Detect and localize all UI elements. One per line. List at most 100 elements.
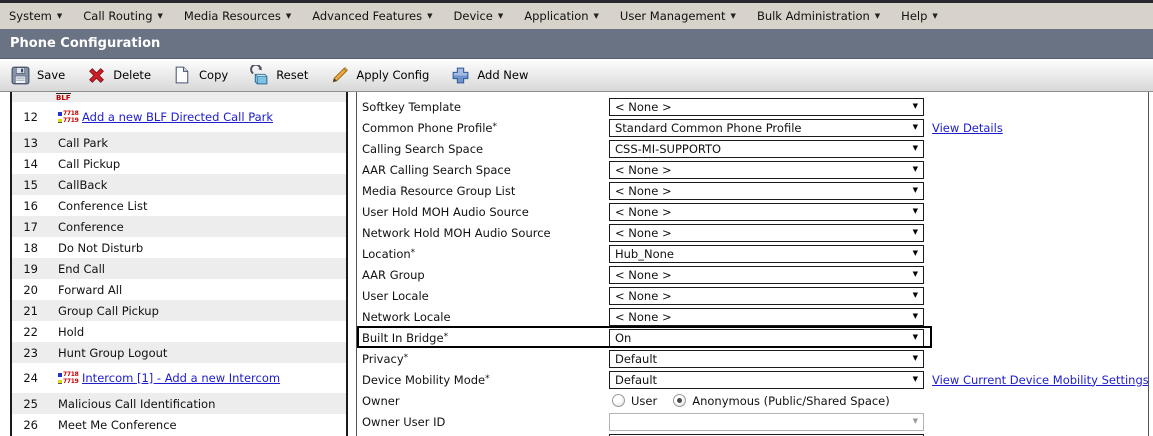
- list-item-13: 13Call Park: [12, 132, 346, 153]
- field-label: AAR Calling Search Space: [362, 163, 609, 177]
- network-locale-select[interactable]: < None >▼: [609, 308, 924, 326]
- softkey-template-select[interactable]: < None >▼: [609, 98, 924, 116]
- aar-group-select[interactable]: < None >▼: [609, 266, 924, 284]
- radio-user[interactable]: [612, 394, 625, 407]
- copy-button[interactable]: Copy: [171, 64, 228, 86]
- menu-item-bulk-administration[interactable]: Bulk Administration▼: [757, 9, 880, 23]
- dropdown-arrow-icon: ▼: [913, 166, 918, 173]
- list-item-18: 18Do Not Disturb: [12, 237, 346, 258]
- list-item-21: 21Group Call Pickup: [12, 300, 346, 321]
- calling-search-space-select[interactable]: CSS-MI-SUPPORTO▼: [609, 140, 924, 158]
- row-label-cell: Malicious Call Identification: [44, 397, 215, 411]
- radio-label: User: [631, 394, 657, 408]
- field-label-text: Media Resource Group List: [362, 184, 515, 198]
- form-row-softkey-template: Softkey Template< None >▼: [357, 96, 1148, 117]
- common-phone-profile-select[interactable]: Standard Common Phone Profile▼: [609, 119, 924, 137]
- line-appearance-icon: 77187719: [58, 371, 79, 385]
- user-hold-moh-audio-source-select[interactable]: < None >▼: [609, 203, 924, 221]
- location-select[interactable]: Hub_None▼: [609, 245, 924, 263]
- field-label: Softkey Template: [362, 100, 609, 114]
- form-row-aar-group: AAR Group< None >▼: [357, 264, 1148, 285]
- copy-icon: [171, 64, 193, 86]
- row-number: 13: [12, 136, 44, 150]
- list-item-label: Hold: [58, 325, 84, 339]
- field-label-text: User Hold MOH Audio Source: [362, 205, 529, 219]
- selected-value: < None >: [615, 226, 672, 240]
- built-in-bridge-select[interactable]: On▼: [609, 329, 924, 347]
- apply-config-button[interactable]: Apply Config: [328, 64, 429, 86]
- field-label-text: AAR Calling Search Space: [362, 163, 511, 177]
- apply-config-label: Apply Config: [356, 68, 429, 82]
- user-locale-select[interactable]: < None >▼: [609, 287, 924, 305]
- blue-line-dot-icon: [58, 373, 62, 377]
- intercom-1-add-a-new-intercom-link[interactable]: Intercom [1] - Add a new Intercom: [82, 371, 280, 385]
- field-label: Privacy*: [362, 352, 609, 366]
- row-number: 21: [12, 304, 44, 318]
- menu-item-system[interactable]: System▼: [9, 9, 62, 23]
- field-label-text: Privacy: [362, 352, 404, 366]
- form-row-owner: OwnerUserAnonymous (Public/Shared Space): [357, 390, 1148, 411]
- aar-calling-search-space-select[interactable]: < None >▼: [609, 161, 924, 179]
- row-label-cell: Call Park: [44, 136, 108, 150]
- list-item-15: 15CallBack: [12, 174, 346, 195]
- list-item-label: Conference List: [58, 199, 147, 213]
- dropdown-arrow-icon: ▼: [913, 313, 918, 320]
- row-number: 15: [12, 178, 44, 192]
- selected-value: Default: [615, 352, 657, 366]
- row-number: 20: [12, 283, 44, 297]
- form-row-location: Location*Hub_None▼: [357, 243, 1148, 264]
- row-number: 12: [12, 110, 44, 124]
- row-number: 17: [12, 220, 44, 234]
- delete-button[interactable]: Delete: [85, 64, 151, 86]
- save-button[interactable]: Save: [9, 64, 65, 86]
- media-resource-group-list-select[interactable]: < None >▼: [609, 182, 924, 200]
- line-number-bottom: 7719: [63, 378, 79, 385]
- menu-item-user-management[interactable]: User Management▼: [620, 9, 736, 23]
- menu-item-help[interactable]: Help▼: [901, 9, 938, 23]
- row-label-cell: CallBack: [44, 178, 107, 192]
- row-label-cell: Conference List: [44, 199, 147, 213]
- list-item-label: Conference: [58, 220, 124, 234]
- add-new-label: Add New: [477, 68, 528, 82]
- add-new-button[interactable]: Add New: [449, 64, 528, 86]
- field-label: Network Hold MOH Audio Source: [362, 226, 609, 240]
- row-number: 14: [12, 157, 44, 171]
- form-row-user-locale: User Locale< None >▼: [357, 285, 1148, 306]
- view-details-link[interactable]: View Details: [932, 121, 1003, 135]
- form-row-privacy: Privacy*Default▼: [357, 348, 1148, 369]
- content-area: BLF 1277187719Add a new BLF Directed Cal…: [0, 92, 1153, 436]
- menu-item-call-routing[interactable]: Call Routing▼: [83, 9, 163, 23]
- yellow-line-dot-icon: [58, 380, 62, 384]
- selected-value: < None >: [615, 100, 672, 114]
- owner-radio-group: User Anonymous (Public/Shared Space): [609, 394, 906, 408]
- reset-label: Reset: [276, 68, 308, 82]
- menu-item-application[interactable]: Application▼: [524, 9, 599, 23]
- list-item-label: Hunt Group Logout: [58, 346, 167, 360]
- list-item-14: 14Call Pickup: [12, 153, 346, 174]
- network-hold-moh-audio-source-select[interactable]: < None >▼: [609, 224, 924, 242]
- reset-button[interactable]: Reset: [248, 64, 308, 86]
- dropdown-arrow-icon: ▼: [913, 292, 918, 299]
- chevron-down-icon: ▼: [932, 13, 937, 20]
- field-label: Calling Search Space: [362, 142, 609, 156]
- titlebar: Phone Configuration: [0, 29, 1153, 59]
- row-label-cell: Group Call Pickup: [44, 304, 159, 318]
- device-mobility-mode-select[interactable]: Default▼: [609, 371, 924, 389]
- row-label-cell: Hold: [44, 325, 84, 339]
- field-label: Common Phone Profile*: [362, 121, 609, 135]
- menu-item-advanced-features[interactable]: Advanced Features▼: [312, 9, 432, 23]
- list-item-16: 16Conference List: [12, 195, 346, 216]
- list-item-label: End Call: [58, 262, 105, 276]
- radio-label: Anonymous (Public/Shared Space): [692, 394, 890, 408]
- menu-item-media-resources[interactable]: Media Resources▼: [184, 9, 291, 23]
- privacy-select[interactable]: Default▼: [609, 350, 924, 368]
- list-item-17: 17 Conference: [12, 216, 346, 237]
- row-label-cell: Call Pickup: [44, 157, 120, 171]
- row-number: 25: [12, 397, 44, 411]
- list-item-25: 25Malicious Call Identification: [12, 393, 346, 414]
- add-a-new-blf-directed-call-park-link[interactable]: Add a new BLF Directed Call Park: [82, 110, 273, 124]
- radio-anonymous-public-shared-space[interactable]: [673, 394, 686, 407]
- menu-item-device[interactable]: Device▼: [454, 9, 504, 23]
- view-current-device-mobility-settings-link[interactable]: View Current Device Mobility Settings: [932, 373, 1149, 387]
- chevron-down-icon: ▼: [286, 13, 291, 20]
